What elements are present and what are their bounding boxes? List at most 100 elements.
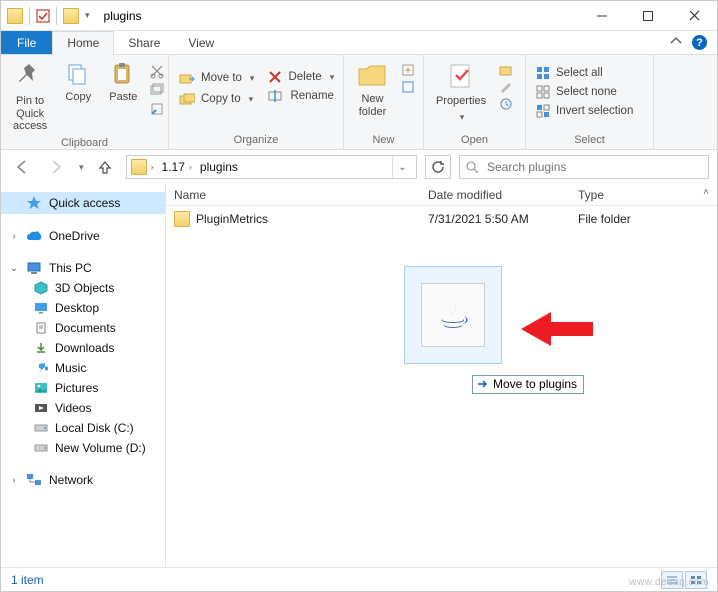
file-list-pane[interactable]: Name Date modified Type ˄ PluginMetrics … bbox=[166, 184, 717, 567]
tab-share[interactable]: Share bbox=[114, 31, 174, 54]
address-bar-row: ▾ › 1.17› plugins ⌄ bbox=[1, 150, 717, 184]
cut-icon[interactable] bbox=[149, 63, 165, 79]
downloads-icon bbox=[34, 341, 48, 355]
minimize-button[interactable] bbox=[579, 1, 625, 31]
move-to-button[interactable]: Move to▾ bbox=[175, 69, 258, 87]
group-label: Open bbox=[430, 132, 519, 149]
back-button[interactable] bbox=[9, 154, 35, 180]
tab-home[interactable]: Home bbox=[52, 31, 114, 55]
new-folder-icon bbox=[357, 61, 389, 89]
documents-icon bbox=[34, 321, 48, 335]
new-folder-button[interactable]: New folder bbox=[350, 59, 395, 120]
paste-icon bbox=[110, 61, 136, 87]
folder-icon bbox=[63, 8, 79, 24]
help-icon[interactable]: ? bbox=[692, 35, 707, 50]
qat-checkbox-icon[interactable] bbox=[36, 9, 50, 23]
paste-shortcut-icon[interactable] bbox=[149, 101, 165, 117]
status-bar: 1 item bbox=[1, 567, 717, 591]
item-count: 1 item bbox=[11, 573, 44, 587]
group-label: New bbox=[350, 132, 417, 149]
open-icon[interactable] bbox=[498, 63, 514, 77]
annotation-arrow-icon bbox=[521, 312, 593, 349]
ribbon: Pin to Quick access Copy Paste Clipboard bbox=[1, 55, 717, 150]
network-icon bbox=[26, 473, 42, 487]
history-icon[interactable] bbox=[498, 97, 514, 111]
copy-path-icon[interactable] bbox=[149, 82, 165, 98]
group-label: Organize bbox=[175, 132, 337, 149]
copy-button[interactable]: Copy bbox=[59, 59, 97, 106]
delete-button[interactable]: Delete▾ bbox=[264, 69, 338, 85]
sidebar-item-quick-access[interactable]: Quick access bbox=[1, 192, 165, 214]
select-none-icon bbox=[536, 85, 550, 99]
delete-icon bbox=[268, 70, 282, 84]
group-label: Clipboard bbox=[7, 135, 162, 152]
select-all-icon bbox=[536, 66, 550, 80]
refresh-button[interactable] bbox=[425, 155, 451, 179]
select-none-button[interactable]: Select none bbox=[532, 84, 637, 100]
copy-to-button[interactable]: Copy to▾ bbox=[175, 90, 258, 108]
ribbon-tabs: File Home Share View ? bbox=[1, 31, 717, 55]
tab-view[interactable]: View bbox=[174, 31, 228, 54]
navigation-pane[interactable]: Quick access › OneDrive ⌄ This PC 3D Obj… bbox=[1, 184, 166, 567]
drive-icon bbox=[34, 443, 48, 453]
paste-button[interactable]: Paste bbox=[103, 59, 143, 106]
java-icon bbox=[431, 293, 475, 337]
address-dropdown-icon[interactable]: ⌄ bbox=[392, 156, 412, 178]
sidebar-item-pictures[interactable]: Pictures bbox=[1, 378, 165, 398]
invert-selection-icon bbox=[536, 104, 550, 118]
sidebar-item-downloads[interactable]: Downloads bbox=[1, 338, 165, 358]
videos-icon bbox=[34, 402, 48, 414]
list-item[interactable]: PluginMetrics 7/31/2021 5:50 AM File fol… bbox=[166, 206, 717, 232]
sidebar-item-desktop[interactable]: Desktop bbox=[1, 298, 165, 318]
star-icon bbox=[26, 195, 42, 211]
folder-icon bbox=[174, 211, 190, 227]
select-all-button[interactable]: Select all bbox=[532, 65, 637, 81]
sort-indicator-icon: ˄ bbox=[703, 187, 709, 198]
collapse-ribbon-icon[interactable] bbox=[670, 35, 682, 50]
properties-button[interactable]: Properties ▾ bbox=[430, 59, 492, 125]
up-button[interactable] bbox=[92, 154, 118, 180]
sidebar-item-new-volume-d[interactable]: New Volume (D:) bbox=[1, 438, 165, 458]
recent-locations-icon[interactable]: ▾ bbox=[79, 162, 84, 173]
pictures-icon bbox=[34, 382, 48, 394]
qat-dropdown-icon[interactable]: ▾ bbox=[85, 10, 90, 21]
sidebar-item-network[interactable]: › Network bbox=[1, 470, 165, 490]
column-headers[interactable]: Name Date modified Type ˄ bbox=[166, 184, 717, 206]
forward-button[interactable] bbox=[43, 154, 69, 180]
sidebar-item-documents[interactable]: Documents bbox=[1, 318, 165, 338]
breadcrumb[interactable]: 1.17› bbox=[158, 160, 196, 174]
rename-button[interactable]: Rename bbox=[264, 88, 338, 104]
drop-tooltip: Move to plugins bbox=[472, 375, 584, 394]
quick-access-toolbar: ▾ bbox=[1, 7, 96, 25]
cloud-icon bbox=[26, 230, 42, 242]
drive-icon bbox=[34, 423, 48, 433]
easy-access-icon[interactable] bbox=[401, 80, 417, 94]
sidebar-item-local-disk-c[interactable]: Local Disk (C:) bbox=[1, 418, 165, 438]
column-name[interactable]: Name bbox=[166, 188, 420, 202]
breadcrumb[interactable]: plugins bbox=[196, 160, 242, 174]
invert-selection-button[interactable]: Invert selection bbox=[532, 103, 637, 119]
tab-file[interactable]: File bbox=[1, 31, 52, 54]
pin-icon bbox=[15, 61, 45, 91]
sidebar-item-music[interactable]: Music bbox=[1, 358, 165, 378]
watermark: www.deuaq.com bbox=[629, 577, 709, 588]
maximize-button[interactable] bbox=[625, 1, 671, 31]
pin-to-quick-access-button[interactable]: Pin to Quick access bbox=[7, 59, 53, 135]
search-icon bbox=[466, 161, 479, 174]
search-box[interactable] bbox=[459, 155, 709, 179]
title-bar: ▾ plugins bbox=[1, 1, 717, 31]
search-input[interactable] bbox=[485, 159, 702, 175]
sidebar-item-3d-objects[interactable]: 3D Objects bbox=[1, 278, 165, 298]
sidebar-item-videos[interactable]: Videos bbox=[1, 398, 165, 418]
column-type[interactable]: Type bbox=[570, 188, 680, 202]
sidebar-item-this-pc[interactable]: ⌄ This PC bbox=[1, 258, 165, 278]
address-bar[interactable]: › 1.17› plugins ⌄ bbox=[126, 155, 417, 179]
drag-preview bbox=[404, 266, 502, 364]
edit-icon[interactable] bbox=[498, 80, 514, 94]
sidebar-item-onedrive[interactable]: › OneDrive bbox=[1, 226, 165, 246]
copy-icon bbox=[65, 61, 91, 87]
new-item-icon[interactable] bbox=[401, 63, 417, 77]
column-date[interactable]: Date modified bbox=[420, 188, 570, 202]
window-title: plugins bbox=[96, 9, 142, 23]
close-button[interactable] bbox=[671, 1, 717, 31]
